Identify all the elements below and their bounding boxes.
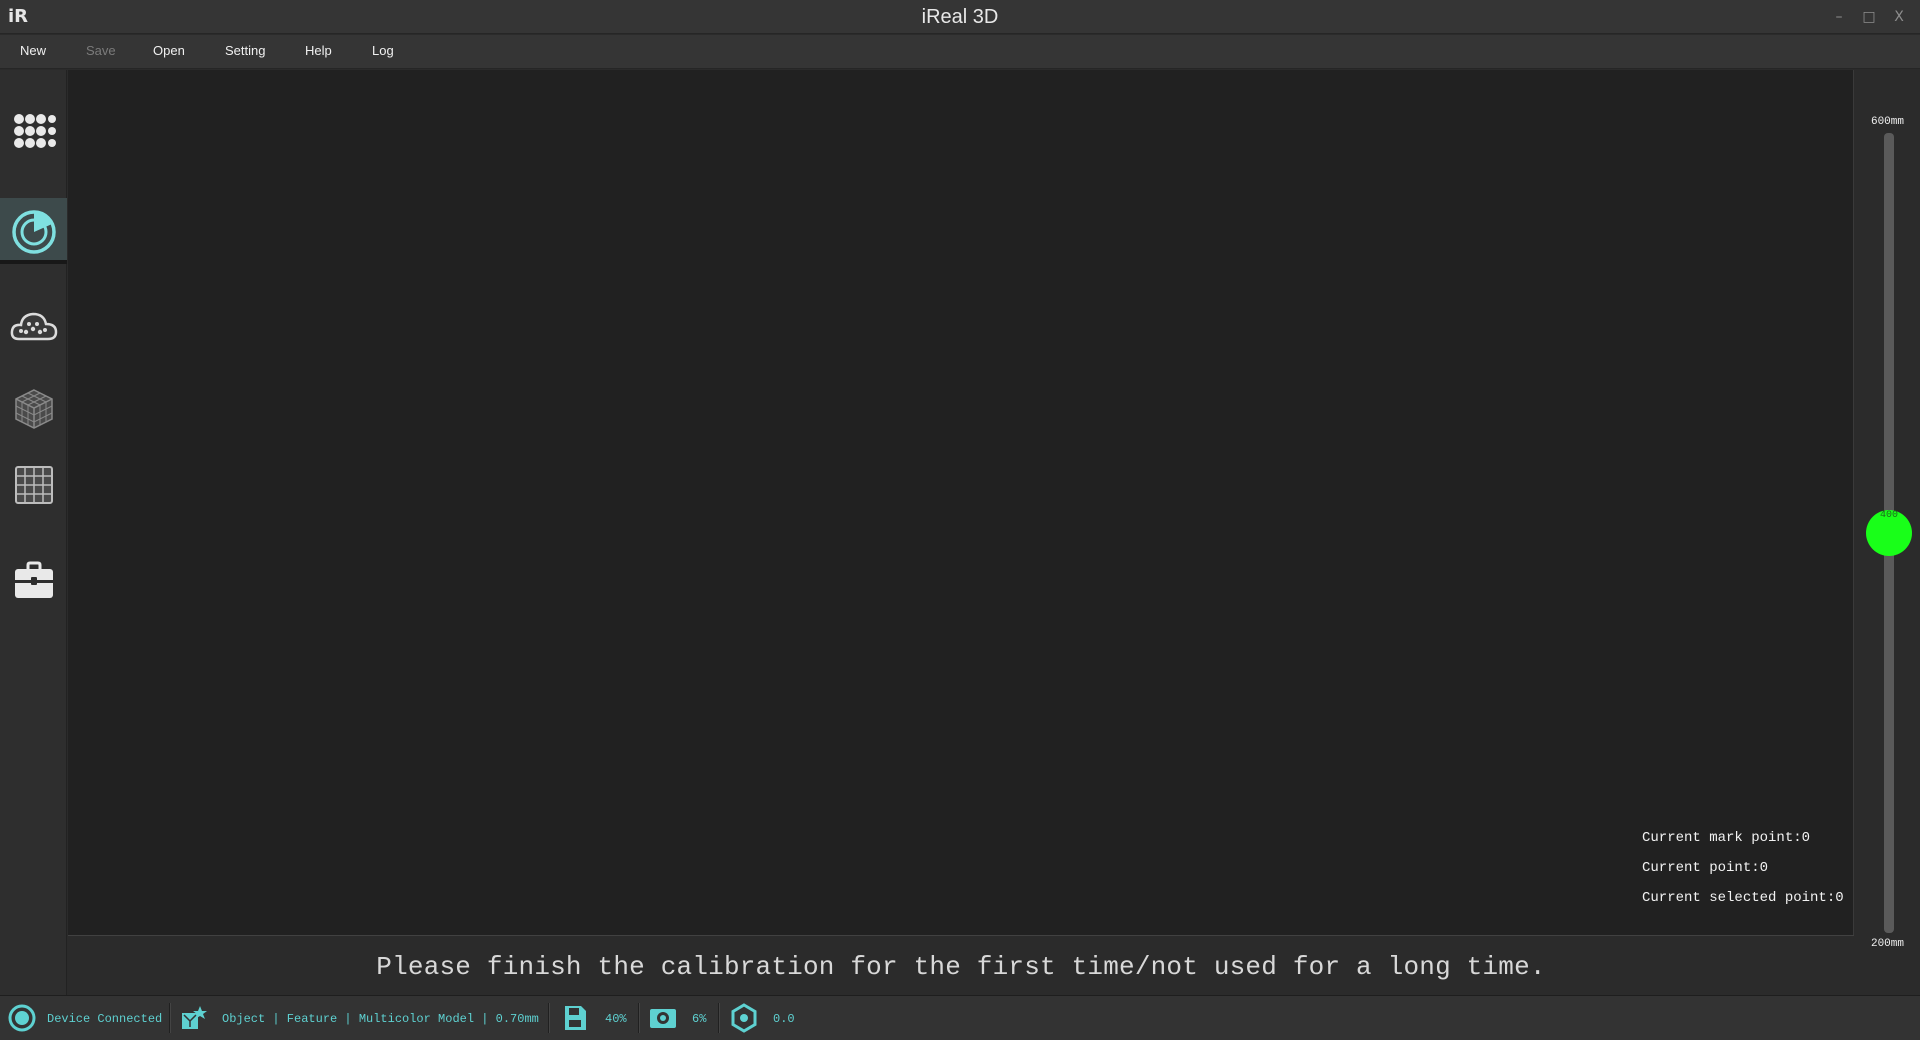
menu-log[interactable]: Log xyxy=(372,43,394,58)
menu-open[interactable]: Open xyxy=(153,43,185,58)
current-mark-point-label: Current mark point:0 xyxy=(1642,830,1811,846)
slider-max-label: 600mm xyxy=(1870,116,1904,128)
current-selected-point-label: Current selected point:0 xyxy=(1642,890,1844,906)
minimize-button[interactable]: – xyxy=(1826,4,1852,30)
distance-slider-panel: 600mm 400 200mm xyxy=(1855,70,1920,995)
menu-save[interactable]: Save xyxy=(86,43,116,58)
memory-card-icon xyxy=(565,1006,586,1030)
toolbox-icon xyxy=(14,561,53,598)
menu-setting[interactable]: Setting xyxy=(225,43,265,58)
hexagon-nut-icon xyxy=(731,1003,757,1033)
window-title: iReal 3D xyxy=(921,6,999,28)
sidebar-item-point-cloud[interactable] xyxy=(0,294,67,360)
menu-bar: New Save Open Setting Help Log xyxy=(0,35,1920,69)
scan-mode-icon xyxy=(182,1006,207,1029)
calibration-message: Please finish the calibration for the fi… xyxy=(376,952,1546,982)
scan-target-icon xyxy=(11,210,56,254)
status-separator xyxy=(638,1003,639,1033)
other-value-text: 0.0 xyxy=(773,1012,795,1026)
sidebar-item-scan[interactable] xyxy=(0,198,67,264)
title-bar: iR iReal 3D – □ X xyxy=(0,0,1920,34)
device-status-text: Device Connected xyxy=(47,1012,163,1026)
status-separator xyxy=(169,1003,170,1033)
sidebar xyxy=(0,70,67,995)
point-cloud-icon xyxy=(10,312,57,341)
slider-min-label: 200mm xyxy=(1870,938,1904,950)
sidebar-item-grid[interactable] xyxy=(0,452,67,518)
menu-new[interactable]: New xyxy=(20,43,46,58)
status-bar: Device Connected Object | Feature | Mult… xyxy=(0,995,1920,1040)
current-point-label: Current point:0 xyxy=(1642,860,1769,876)
memory-usage-text: 40% xyxy=(605,1012,627,1026)
sidebar-item-scan-mode[interactable] xyxy=(0,98,67,164)
message-bar: Please finish the calibration for the fi… xyxy=(68,935,1854,995)
mesh-cube-icon xyxy=(14,389,53,429)
status-separator xyxy=(548,1003,549,1033)
camera-icon xyxy=(650,1009,676,1028)
scan-mode-text: Object | Feature | Multicolor Model | 0.… xyxy=(222,1012,539,1026)
device-status-icon xyxy=(8,1004,36,1032)
status-separator xyxy=(718,1003,719,1033)
grid-table-icon xyxy=(14,466,53,504)
slider-thumb[interactable]: 400 xyxy=(1866,510,1912,556)
dots-grid-icon xyxy=(13,114,56,148)
close-button[interactable]: X xyxy=(1886,4,1912,30)
maximize-button[interactable]: □ xyxy=(1856,4,1882,30)
scan-viewport[interactable]: Current mark point:0 Current point:0 Cur… xyxy=(68,70,1854,935)
camera-usage-text: 6% xyxy=(692,1012,707,1026)
sidebar-item-tools[interactable] xyxy=(0,548,67,614)
menu-help[interactable]: Help xyxy=(305,43,332,58)
sidebar-item-mesh[interactable] xyxy=(0,376,67,442)
